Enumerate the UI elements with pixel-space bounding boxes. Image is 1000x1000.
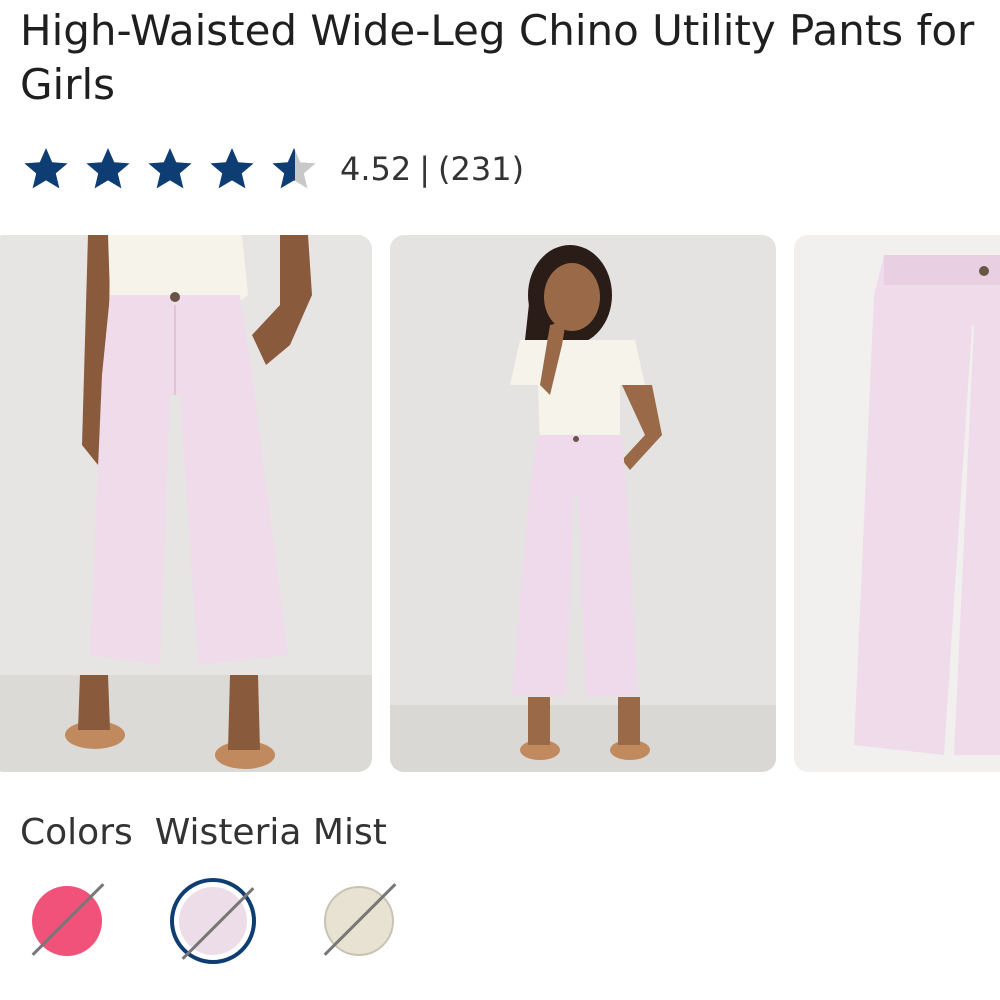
color-swatch-pink[interactable] [24,878,110,964]
star-half-icon [272,148,316,189]
color-swatch-beige[interactable] [316,878,402,964]
girl-wearing-pants-photo[interactable] [390,235,776,772]
color-swatch-wisteria-mist[interactable] [170,878,256,964]
color-swatch-list [24,878,462,964]
rating-value: 4.52 [340,150,412,188]
selected-color-name: Wisteria Mist [154,812,387,853]
rating-summary[interactable]: 4.52 | (231) [22,143,524,195]
review-count[interactable]: (231) [438,150,524,188]
star-filled-icon [210,148,254,189]
star-filled-icon [86,148,130,189]
star-filled-icon [24,148,68,189]
pants-front-closeup-photo[interactable] [0,235,372,772]
color-selector-label: Colors Wisteria Mist [20,812,387,853]
rating-separator: | [419,150,431,188]
colors-heading: Colors [20,812,133,853]
product-image-carousel[interactable] [0,235,1000,772]
product-title: High-Waisted Wide-Leg Chino Utility Pant… [20,6,975,109]
star-rating [22,145,332,193]
star-filled-icon [148,148,192,189]
pants-flat-product-photo[interactable] [794,235,1000,772]
swatch-fill [179,887,247,955]
